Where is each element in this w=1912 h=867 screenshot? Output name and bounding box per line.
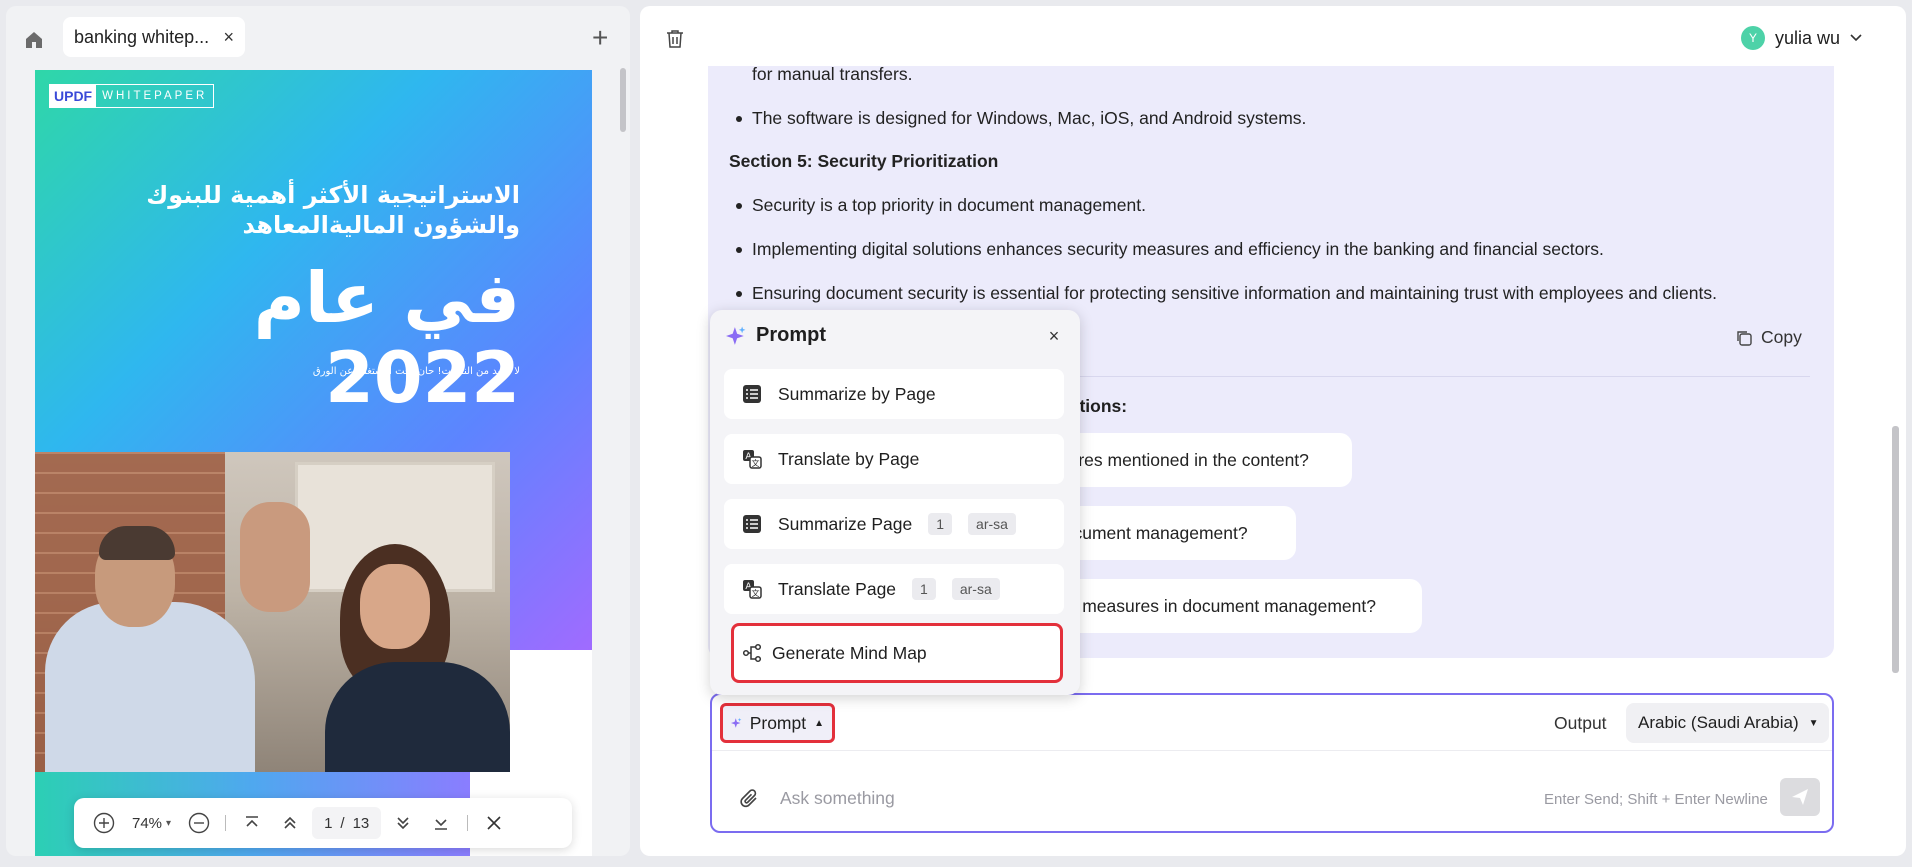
generate-mind-map-item[interactable]: Generate Mind Map (731, 623, 1063, 683)
page-number-badge[interactable]: 1 (928, 513, 953, 535)
translate-icon: A文 (743, 580, 762, 599)
clear-chat-button[interactable] (660, 24, 690, 54)
response-bullet: Ensuring document security is essential … (736, 283, 1717, 303)
output-language-select[interactable]: Arabic (Saudi Arabia) ▼ (1626, 703, 1829, 743)
language-badge[interactable]: ar-sa (968, 513, 1016, 535)
section-heading: Section 5: Security Prioritization (729, 151, 999, 171)
chevron-down-icon: ▾ (166, 817, 172, 829)
output-label: Output (1554, 713, 1607, 733)
pdf-viewer-panel: banking whitep... × + UPDF WHITEPAPER ال… (6, 6, 630, 856)
home-icon (26, 32, 42, 48)
document-tab[interactable]: banking whitep... × (63, 17, 245, 57)
updf-logo: UPDF WHITEPAPER (49, 84, 215, 108)
prompt-popup-title: Prompt (756, 324, 826, 346)
ask-input[interactable] (780, 781, 1380, 815)
close-tab-icon[interactable]: × (223, 27, 234, 48)
tab-bar: banking whitep... × + (6, 6, 630, 66)
suggested-question[interactable]: atures mentioned in the content? (1040, 433, 1352, 487)
double-chevron-up-icon (284, 816, 296, 829)
response-bullet: Security is a top priority in document m… (736, 195, 1146, 215)
suggested-question[interactable]: rity measures in document management? (1040, 579, 1422, 633)
prompt-popup: Prompt × Summarize by Page A文 Translate … (710, 310, 1080, 695)
send-icon (1792, 789, 1808, 805)
first-page-icon (246, 816, 259, 827)
double-chevron-down-icon (397, 817, 409, 830)
last-page-button[interactable] (425, 807, 457, 839)
zoom-level-select[interactable]: 74% ▾ (126, 815, 177, 832)
svg-text:文: 文 (752, 458, 760, 468)
response-bullet: Implementing digital solutions enhances … (736, 239, 1604, 259)
translate-page-item[interactable]: A文 Translate Page 1 ar-sa (724, 564, 1064, 614)
copy-icon (1737, 330, 1752, 346)
pdf-scrollbar[interactable] (620, 68, 626, 132)
total-pages: 13 (352, 814, 370, 832)
send-button[interactable] (1780, 778, 1820, 816)
summarize-by-page-item[interactable]: Summarize by Page (724, 369, 1064, 419)
pdf-page: UPDF WHITEPAPER الاستراتيجية الأكثر أهمي… (35, 70, 592, 856)
summarize-page-item[interactable]: Summarize Page 1 ar-sa (724, 499, 1064, 549)
chevron-down-icon (1850, 34, 1862, 42)
close-icon (487, 816, 501, 830)
mind-map-icon (742, 643, 762, 663)
close-toolbar-button[interactable] (478, 807, 510, 839)
sparkle-icon (726, 326, 746, 345)
response-bullet: The software is designed for Windows, Ma… (735, 108, 1307, 128)
list-icon (743, 385, 761, 403)
list-icon (743, 515, 761, 533)
chat-input-box: Prompt ▲ Output Arabic (Saudi Arabia) ▼ … (710, 693, 1834, 833)
cover-arabic-subtitle: لا مزيد من النفقات! حان وقت الاستغناء عن… (312, 366, 520, 377)
last-page-icon (435, 819, 448, 830)
caret-up-icon: ▲ (814, 717, 824, 729)
close-popup-icon[interactable]: × (1042, 324, 1066, 348)
copy-button[interactable]: Copy (1735, 327, 1802, 348)
add-tab-button[interactable]: + (592, 24, 608, 52)
zoom-in-button[interactable] (88, 807, 120, 839)
zoom-out-icon (188, 812, 210, 834)
page-number-badge[interactable]: 1 (912, 578, 936, 600)
paperclip-icon (740, 789, 757, 808)
zoom-out-button[interactable] (183, 807, 215, 839)
home-button[interactable] (20, 26, 48, 54)
trash-icon (667, 30, 683, 48)
user-menu[interactable]: Y yulia wu (1740, 26, 1862, 50)
avatar: Y (1740, 26, 1765, 50)
next-page-button[interactable] (387, 807, 419, 839)
translate-by-page-item[interactable]: A文 Translate by Page (724, 434, 1064, 484)
previous-page-button[interactable] (274, 807, 306, 839)
current-page: 1 (324, 814, 333, 832)
sparkle-icon (731, 717, 742, 728)
chat-scrollbar[interactable] (1892, 426, 1899, 673)
document-tab-label: banking whitep... (74, 26, 210, 47)
caret-down-icon: ▼ (1808, 717, 1819, 729)
input-hint: Enter Send; Shift + Enter Newline (1544, 791, 1768, 808)
attach-button[interactable] (736, 785, 764, 813)
response-line: for manual transfers. (752, 64, 913, 84)
cover-arabic-year: في عام 2022 (253, 257, 520, 419)
language-badge[interactable]: ar-sa (951, 578, 1000, 600)
prompt-popup-header: Prompt (726, 324, 826, 347)
first-page-button[interactable] (236, 807, 268, 839)
cover-arabic-title: الاستراتيجية الأكثر أهمية للبنوك والشؤون… (146, 181, 520, 239)
viewer-toolbar: 74% ▾ 1 / 13 (74, 798, 572, 848)
prompt-button[interactable]: Prompt ▲ (720, 703, 835, 743)
user-name: yulia wu (1774, 27, 1840, 48)
cover-photo (35, 452, 510, 772)
translate-icon: A文 (743, 450, 762, 469)
page-indicator[interactable]: 1 / 13 (312, 807, 382, 839)
zoom-in-icon (93, 812, 115, 834)
svg-text:文: 文 (752, 588, 760, 598)
